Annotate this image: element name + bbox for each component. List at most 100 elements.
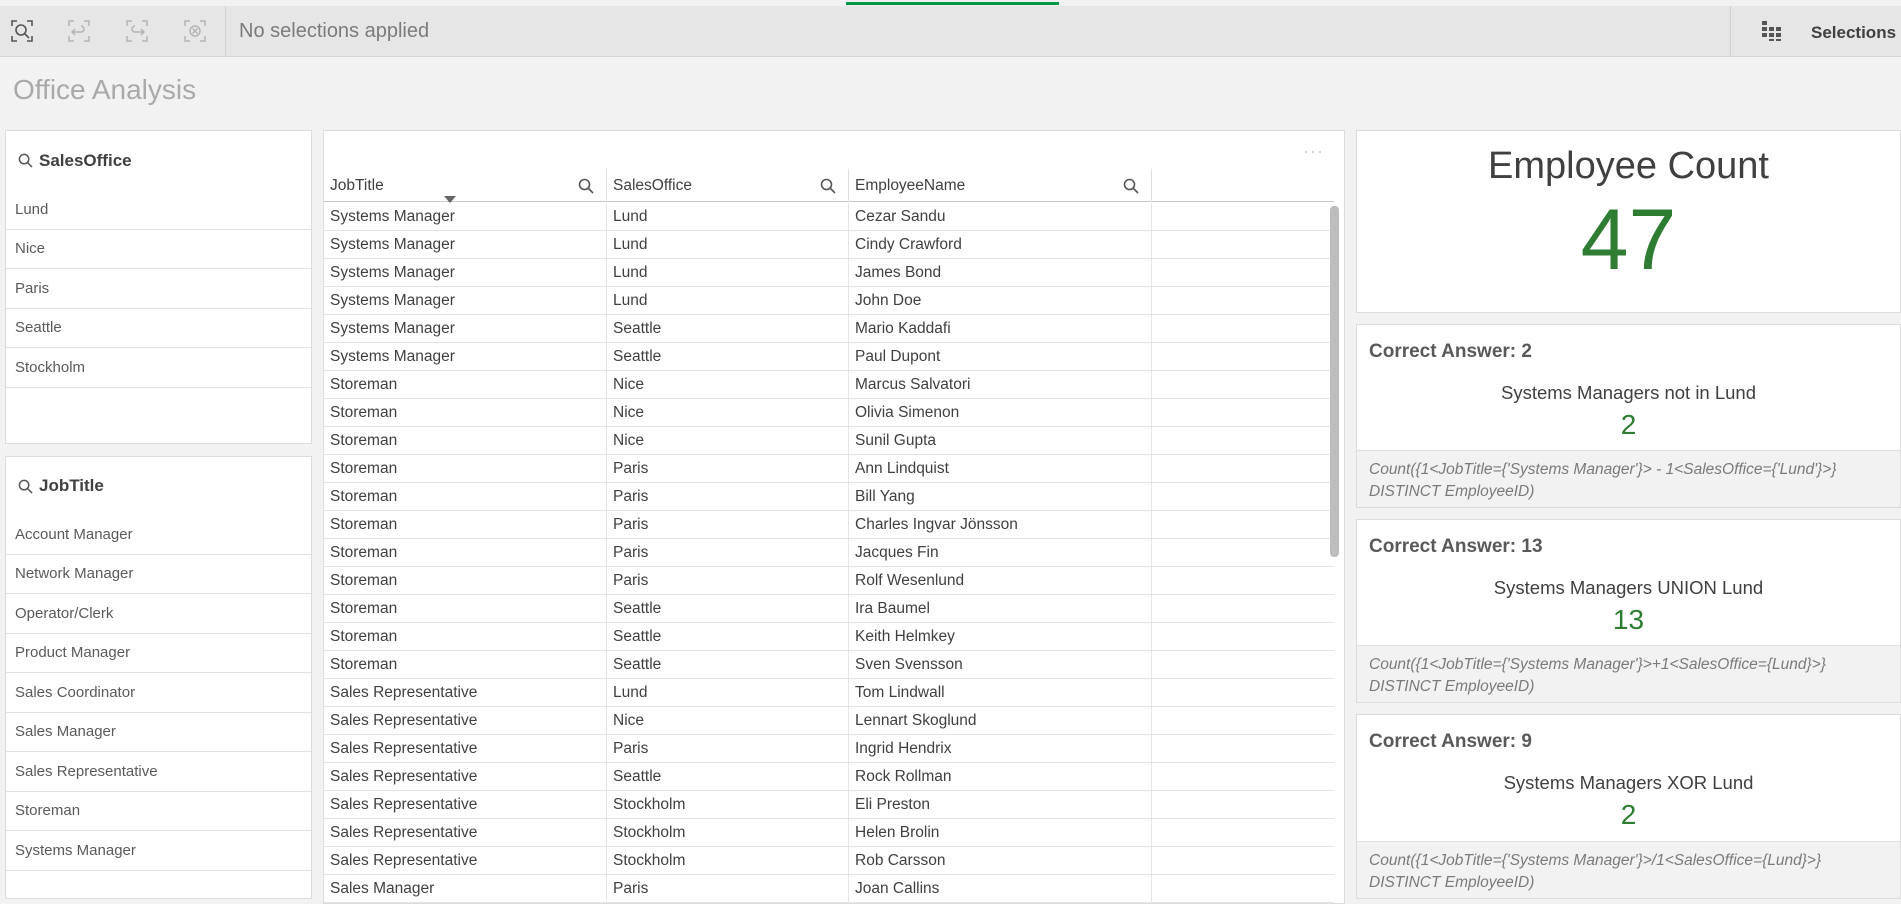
table-cell[interactable]: Paris (607, 539, 849, 567)
table-cell[interactable]: Paris (607, 875, 849, 903)
sales-office-filter-header[interactable]: SalesOffice (6, 131, 311, 190)
table-cell[interactable]: Sales Representative (324, 819, 607, 847)
table-cell[interactable]: Paul Dupont (849, 343, 1152, 371)
table-cell[interactable]: Ira Baumel (849, 595, 1152, 623)
table-cell[interactable]: Seattle (607, 315, 849, 343)
table-cell[interactable]: Sales Representative (324, 679, 607, 707)
table-cell[interactable]: Marcus Salvatori (849, 371, 1152, 399)
table-cell[interactable]: Storeman (324, 455, 607, 483)
table-row[interactable]: Sales Representative Lund Tom Lindwall (324, 679, 1334, 707)
table-cell[interactable]: Eli Preston (849, 791, 1152, 819)
table-row[interactable]: Sales Representative Seattle Rock Rollman (324, 763, 1334, 791)
table-cell[interactable]: Jacques Fin (849, 539, 1152, 567)
table-cell[interactable]: Sales Representative (324, 791, 607, 819)
table-cell[interactable]: Nice (607, 371, 849, 399)
step-forward-button[interactable] (124, 18, 150, 44)
table-cell[interactable]: Stockholm (607, 847, 849, 875)
table-cell[interactable]: Ann Lindquist (849, 455, 1152, 483)
filter-item-sales-representative[interactable]: Sales Representative (6, 752, 311, 792)
table-cell[interactable]: Seattle (607, 343, 849, 371)
table-row[interactable]: Systems Manager Seattle Mario Kaddafi (324, 315, 1334, 343)
table-cell[interactable]: Paris (607, 735, 849, 763)
table-row[interactable]: Sales Representative Nice Lennart Skoglund (324, 707, 1334, 735)
table-cell[interactable]: Systems Manager (324, 203, 607, 231)
table-row[interactable]: Systems Manager Seattle Paul Dupont (324, 343, 1334, 371)
table-cell[interactable]: Nice (607, 707, 849, 735)
job-title-filter-header[interactable]: JobTitle (6, 457, 311, 515)
table-cell[interactable]: Storeman (324, 595, 607, 623)
table-row[interactable]: Systems Manager Lund Cindy Crawford (324, 231, 1334, 259)
table-cell[interactable]: Sales Representative (324, 707, 607, 735)
table-row[interactable]: Sales Representative Stockholm Rob Carsson (324, 847, 1334, 875)
table-cell[interactable]: Nice (607, 427, 849, 455)
table-cell[interactable]: Rock Rollman (849, 763, 1152, 791)
filter-item-seattle[interactable]: Seattle (6, 309, 311, 348)
table-cell[interactable]: Nice (607, 399, 849, 427)
table-more-options-icon[interactable]: ··· (1303, 141, 1324, 162)
table-cell[interactable]: John Doe (849, 287, 1152, 315)
table-cell[interactable]: Charles Ingvar Jönsson (849, 511, 1152, 539)
search-icon[interactable] (578, 178, 594, 194)
table-row[interactable]: Storeman Paris Ann Lindquist (324, 455, 1334, 483)
table-cell[interactable]: Stockholm (607, 791, 849, 819)
filter-item-product-manager[interactable]: Product Manager (6, 634, 311, 673)
step-back-button[interactable] (66, 18, 92, 44)
table-cell[interactable]: Bill Yang (849, 483, 1152, 511)
table-cell[interactable]: Rolf Wesenlund (849, 567, 1152, 595)
table-cell[interactable]: Rob Carsson (849, 847, 1152, 875)
table-cell[interactable]: Seattle (607, 763, 849, 791)
selections-button[interactable]: Selections (1811, 23, 1896, 43)
table-cell[interactable]: Seattle (607, 623, 849, 651)
table-cell[interactable]: Lund (607, 679, 849, 707)
table-cell[interactable]: Systems Manager (324, 315, 607, 343)
table-cell[interactable]: Lund (607, 259, 849, 287)
selections-tool-icon-button[interactable] (1759, 18, 1785, 44)
table-cell[interactable]: Storeman (324, 567, 607, 595)
table-cell[interactable]: Stockholm (607, 819, 849, 847)
table-cell[interactable]: Storeman (324, 539, 607, 567)
table-cell[interactable]: Tom Lindwall (849, 679, 1152, 707)
table-row[interactable]: Sales Representative Stockholm Helen Broli… (324, 819, 1334, 847)
table-cell[interactable]: Sales Representative (324, 763, 607, 791)
table-cell[interactable]: Mario Kaddafi (849, 315, 1152, 343)
table-cell[interactable]: Helen Brolin (849, 819, 1152, 847)
table-cell[interactable]: Storeman (324, 483, 607, 511)
filter-item-storeman[interactable]: Storeman (6, 792, 311, 831)
filter-item-account-manager[interactable]: Account Manager (6, 515, 311, 555)
table-cell[interactable]: Storeman (324, 399, 607, 427)
table-cell[interactable]: Systems Manager (324, 343, 607, 371)
table-cell[interactable]: Storeman (324, 651, 607, 679)
table-cell[interactable]: Storeman (324, 511, 607, 539)
column-header-employeename[interactable]: EmployeeName (849, 169, 1152, 202)
column-header-jobtitle[interactable]: JobTitle (324, 169, 607, 203)
table-row[interactable]: Systems Manager Lund James Bond (324, 259, 1334, 287)
search-icon[interactable] (1123, 178, 1139, 194)
table-cell[interactable]: Systems Manager (324, 287, 607, 315)
filter-item-operator-clerk[interactable]: Operator/Clerk (6, 594, 311, 634)
table-cell[interactable]: Storeman (324, 623, 607, 651)
filter-item-network-manager[interactable]: Network Manager (6, 555, 311, 594)
table-cell[interactable]: Lund (607, 203, 849, 231)
table-cell[interactable]: Olivia Simenon (849, 399, 1152, 427)
filter-item-sales-manager[interactable]: Sales Manager (6, 713, 311, 752)
table-cell[interactable]: Seattle (607, 595, 849, 623)
table-row[interactable]: Storeman Seattle Keith Helmkey (324, 623, 1334, 651)
smart-search-button[interactable] (9, 18, 35, 44)
table-cell[interactable]: Storeman (324, 427, 607, 455)
table-cell[interactable]: Paris (607, 567, 849, 595)
table-cell[interactable]: Lund (607, 287, 849, 315)
table-row[interactable]: Sales Manager Paris Joan Callins (324, 875, 1334, 903)
table-cell[interactable]: Ingrid Hendrix (849, 735, 1152, 763)
table-cell[interactable]: Keith Helmkey (849, 623, 1152, 651)
table-row[interactable]: Storeman Seattle Ira Baumel (324, 595, 1334, 623)
table-cell[interactable]: Sales Representative (324, 847, 607, 875)
table-cell[interactable]: Systems Manager (324, 231, 607, 259)
table-cell[interactable]: Cezar Sandu (849, 203, 1152, 231)
table-row[interactable]: Storeman Seattle Sven Svensson (324, 651, 1334, 679)
filter-item-systems-manager[interactable]: Systems Manager (6, 831, 311, 871)
table-row[interactable]: Storeman Nice Marcus Salvatori (324, 371, 1334, 399)
table-cell[interactable]: Paris (607, 483, 849, 511)
table-cell[interactable]: Systems Manager (324, 259, 607, 287)
table-cell[interactable]: Sven Svensson (849, 651, 1152, 679)
table-row[interactable]: Sales Representative Paris Ingrid Hendrix (324, 735, 1334, 763)
